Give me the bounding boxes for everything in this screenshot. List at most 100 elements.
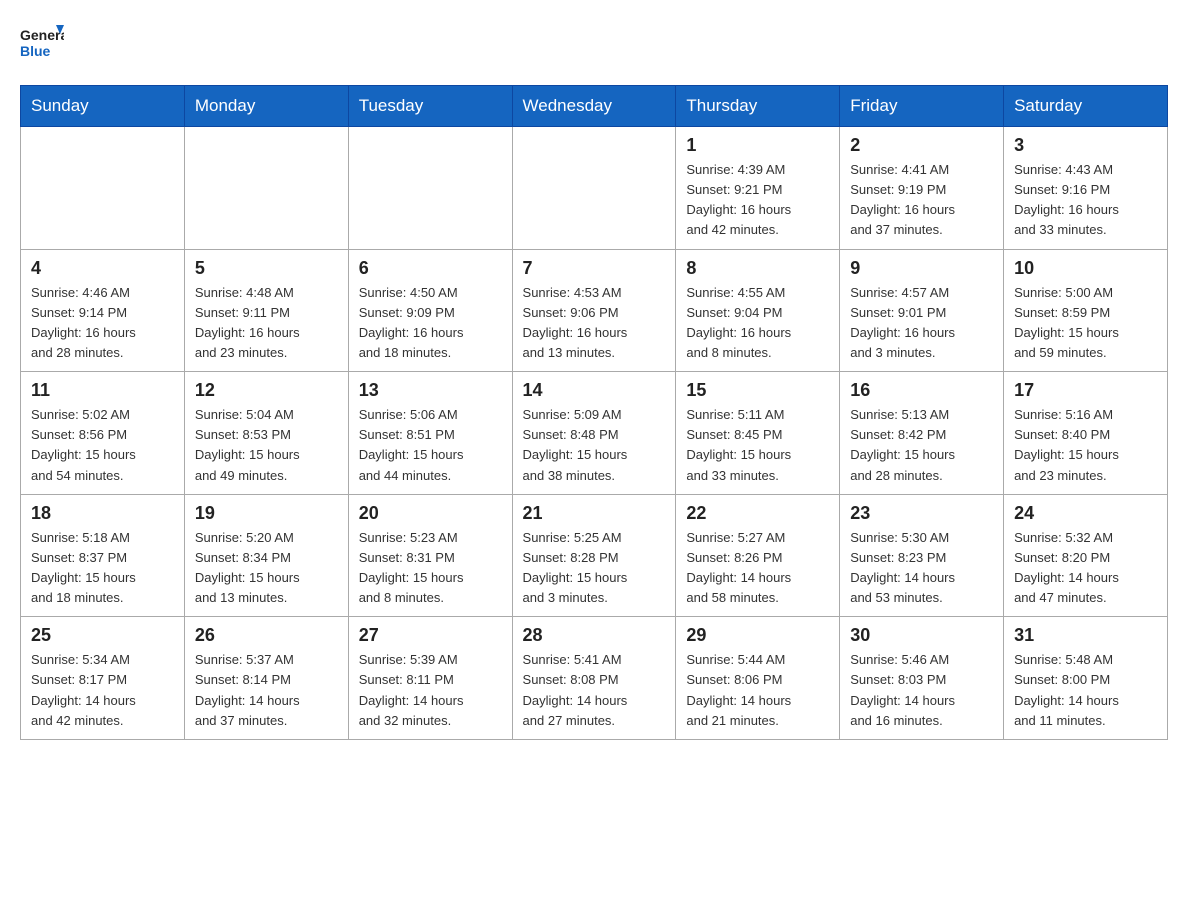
day-info: Sunrise: 5:18 AM Sunset: 8:37 PM Dayligh… [31, 528, 174, 609]
weekday-header-friday: Friday [840, 86, 1004, 127]
day-info: Sunrise: 5:06 AM Sunset: 8:51 PM Dayligh… [359, 405, 502, 486]
calendar-cell: 20 Sunrise: 5:23 AM Sunset: 8:31 PM Dayli… [348, 494, 512, 617]
day-info: Sunrise: 5:04 AM Sunset: 8:53 PM Dayligh… [195, 405, 338, 486]
calendar-cell: 7 Sunrise: 4:53 AM Sunset: 9:06 PM Daylig… [512, 249, 676, 372]
day-number: 2 [850, 135, 993, 156]
day-number: 17 [1014, 380, 1157, 401]
svg-text:Blue: Blue [20, 43, 51, 59]
calendar-cell: 30 Sunrise: 5:46 AM Sunset: 8:03 PM Dayli… [840, 617, 1004, 740]
day-info: Sunrise: 5:00 AM Sunset: 8:59 PM Dayligh… [1014, 283, 1157, 364]
day-info: Sunrise: 4:43 AM Sunset: 9:16 PM Dayligh… [1014, 160, 1157, 241]
day-number: 20 [359, 503, 502, 524]
calendar-cell: 11 Sunrise: 5:02 AM Sunset: 8:56 PM Dayli… [21, 372, 185, 495]
calendar-table: SundayMondayTuesdayWednesdayThursdayFrid… [20, 85, 1168, 740]
day-info: Sunrise: 5:44 AM Sunset: 8:06 PM Dayligh… [686, 650, 829, 731]
weekday-header-sunday: Sunday [21, 86, 185, 127]
day-number: 7 [523, 258, 666, 279]
logo-graphic-icon: General Blue [20, 20, 64, 64]
calendar-cell: 24 Sunrise: 5:32 AM Sunset: 8:20 PM Dayli… [1004, 494, 1168, 617]
calendar-cell: 21 Sunrise: 5:25 AM Sunset: 8:28 PM Dayli… [512, 494, 676, 617]
calendar-cell: 27Sunrise: 5:39 AM Sunset: 8:11 PM Dayli… [348, 617, 512, 740]
calendar-cell: 19 Sunrise: 5:20 AM Sunset: 8:34 PM Dayli… [184, 494, 348, 617]
calendar-cell: 5Sunrise: 4:48 AM Sunset: 9:11 PM Daylig… [184, 249, 348, 372]
day-number: 21 [523, 503, 666, 524]
day-number: 31 [1014, 625, 1157, 646]
calendar-cell: 29Sunrise: 5:44 AM Sunset: 8:06 PM Dayli… [676, 617, 840, 740]
calendar-cell: 12 Sunrise: 5:04 AM Sunset: 8:53 PM Dayli… [184, 372, 348, 495]
day-number: 16 [850, 380, 993, 401]
day-info: Sunrise: 5:32 AM Sunset: 8:20 PM Dayligh… [1014, 528, 1157, 609]
day-info: Sunrise: 4:55 AM Sunset: 9:04 PM Dayligh… [686, 283, 829, 364]
day-info: Sunrise: 5:11 AM Sunset: 8:45 PM Dayligh… [686, 405, 829, 486]
week-row-1: 1Sunrise: 4:39 AM Sunset: 9:21 PM Daylig… [21, 127, 1168, 250]
day-number: 9 [850, 258, 993, 279]
day-info: Sunrise: 5:46 AM Sunset: 8:03 PM Dayligh… [850, 650, 993, 731]
day-number: 18 [31, 503, 174, 524]
calendar-cell: 2 Sunrise: 4:41 AM Sunset: 9:19 PM Daylig… [840, 127, 1004, 250]
day-number: 19 [195, 503, 338, 524]
day-number: 8 [686, 258, 829, 279]
day-number: 11 [31, 380, 174, 401]
day-number: 22 [686, 503, 829, 524]
day-number: 3 [1014, 135, 1157, 156]
day-info: Sunrise: 4:46 AM Sunset: 9:14 PM Dayligh… [31, 283, 174, 364]
day-number: 23 [850, 503, 993, 524]
calendar-cell: 22 Sunrise: 5:27 AM Sunset: 8:26 PM Dayli… [676, 494, 840, 617]
weekday-header-wednesday: Wednesday [512, 86, 676, 127]
calendar-cell: 26 Sunrise: 5:37 AM Sunset: 8:14 PM Dayli… [184, 617, 348, 740]
svg-text:General: General [20, 27, 64, 43]
calendar-cell: 14Sunrise: 5:09 AM Sunset: 8:48 PM Dayli… [512, 372, 676, 495]
day-info: Sunrise: 4:57 AM Sunset: 9:01 PM Dayligh… [850, 283, 993, 364]
day-info: Sunrise: 5:48 AM Sunset: 8:00 PM Dayligh… [1014, 650, 1157, 731]
day-number: 13 [359, 380, 502, 401]
calendar-cell: 23 Sunrise: 5:30 AM Sunset: 8:23 PM Dayli… [840, 494, 1004, 617]
calendar-cell: 10 Sunrise: 5:00 AM Sunset: 8:59 PM Dayli… [1004, 249, 1168, 372]
calendar-cell [512, 127, 676, 250]
calendar-cell: 16 Sunrise: 5:13 AM Sunset: 8:42 PM Dayli… [840, 372, 1004, 495]
day-info: Sunrise: 4:50 AM Sunset: 9:09 PM Dayligh… [359, 283, 502, 364]
day-info: Sunrise: 5:34 AM Sunset: 8:17 PM Dayligh… [31, 650, 174, 731]
calendar-cell: 13 Sunrise: 5:06 AM Sunset: 8:51 PM Dayli… [348, 372, 512, 495]
day-info: Sunrise: 5:20 AM Sunset: 8:34 PM Dayligh… [195, 528, 338, 609]
weekday-header-monday: Monday [184, 86, 348, 127]
calendar-cell: 6 Sunrise: 4:50 AM Sunset: 9:09 PM Daylig… [348, 249, 512, 372]
weekday-header-row: SundayMondayTuesdayWednesdayThursdayFrid… [21, 86, 1168, 127]
calendar-cell: 28 Sunrise: 5:41 AM Sunset: 8:08 PM Dayli… [512, 617, 676, 740]
day-number: 12 [195, 380, 338, 401]
calendar-cell [184, 127, 348, 250]
weekday-header-tuesday: Tuesday [348, 86, 512, 127]
day-info: Sunrise: 5:27 AM Sunset: 8:26 PM Dayligh… [686, 528, 829, 609]
day-number: 24 [1014, 503, 1157, 524]
week-row-3: 11 Sunrise: 5:02 AM Sunset: 8:56 PM Dayli… [21, 372, 1168, 495]
weekday-header-saturday: Saturday [1004, 86, 1168, 127]
calendar-cell: 15 Sunrise: 5:11 AM Sunset: 8:45 PM Dayli… [676, 372, 840, 495]
day-number: 10 [1014, 258, 1157, 279]
day-number: 25 [31, 625, 174, 646]
day-number: 27 [359, 625, 502, 646]
day-info: Sunrise: 5:37 AM Sunset: 8:14 PM Dayligh… [195, 650, 338, 731]
day-info: Sunrise: 4:53 AM Sunset: 9:06 PM Dayligh… [523, 283, 666, 364]
day-number: 26 [195, 625, 338, 646]
weekday-header-thursday: Thursday [676, 86, 840, 127]
week-row-5: 25 Sunrise: 5:34 AM Sunset: 8:17 PM Dayli… [21, 617, 1168, 740]
day-info: Sunrise: 4:41 AM Sunset: 9:19 PM Dayligh… [850, 160, 993, 241]
calendar-cell: 1Sunrise: 4:39 AM Sunset: 9:21 PM Daylig… [676, 127, 840, 250]
day-info: Sunrise: 5:23 AM Sunset: 8:31 PM Dayligh… [359, 528, 502, 609]
day-info: Sunrise: 4:48 AM Sunset: 9:11 PM Dayligh… [195, 283, 338, 364]
calendar-cell: 18 Sunrise: 5:18 AM Sunset: 8:37 PM Dayli… [21, 494, 185, 617]
day-number: 30 [850, 625, 993, 646]
day-info: Sunrise: 5:30 AM Sunset: 8:23 PM Dayligh… [850, 528, 993, 609]
calendar-cell: 4Sunrise: 4:46 AM Sunset: 9:14 PM Daylig… [21, 249, 185, 372]
day-number: 28 [523, 625, 666, 646]
calendar-cell: 17 Sunrise: 5:16 AM Sunset: 8:40 PM Dayli… [1004, 372, 1168, 495]
day-info: Sunrise: 5:16 AM Sunset: 8:40 PM Dayligh… [1014, 405, 1157, 486]
day-info: Sunrise: 5:25 AM Sunset: 8:28 PM Dayligh… [523, 528, 666, 609]
day-info: Sunrise: 5:02 AM Sunset: 8:56 PM Dayligh… [31, 405, 174, 486]
day-number: 6 [359, 258, 502, 279]
day-number: 14 [523, 380, 666, 401]
calendar-cell: 3 Sunrise: 4:43 AM Sunset: 9:16 PM Daylig… [1004, 127, 1168, 250]
day-number: 15 [686, 380, 829, 401]
page-header: General Blue [20, 20, 1168, 69]
day-info: Sunrise: 5:13 AM Sunset: 8:42 PM Dayligh… [850, 405, 993, 486]
day-info: Sunrise: 5:41 AM Sunset: 8:08 PM Dayligh… [523, 650, 666, 731]
